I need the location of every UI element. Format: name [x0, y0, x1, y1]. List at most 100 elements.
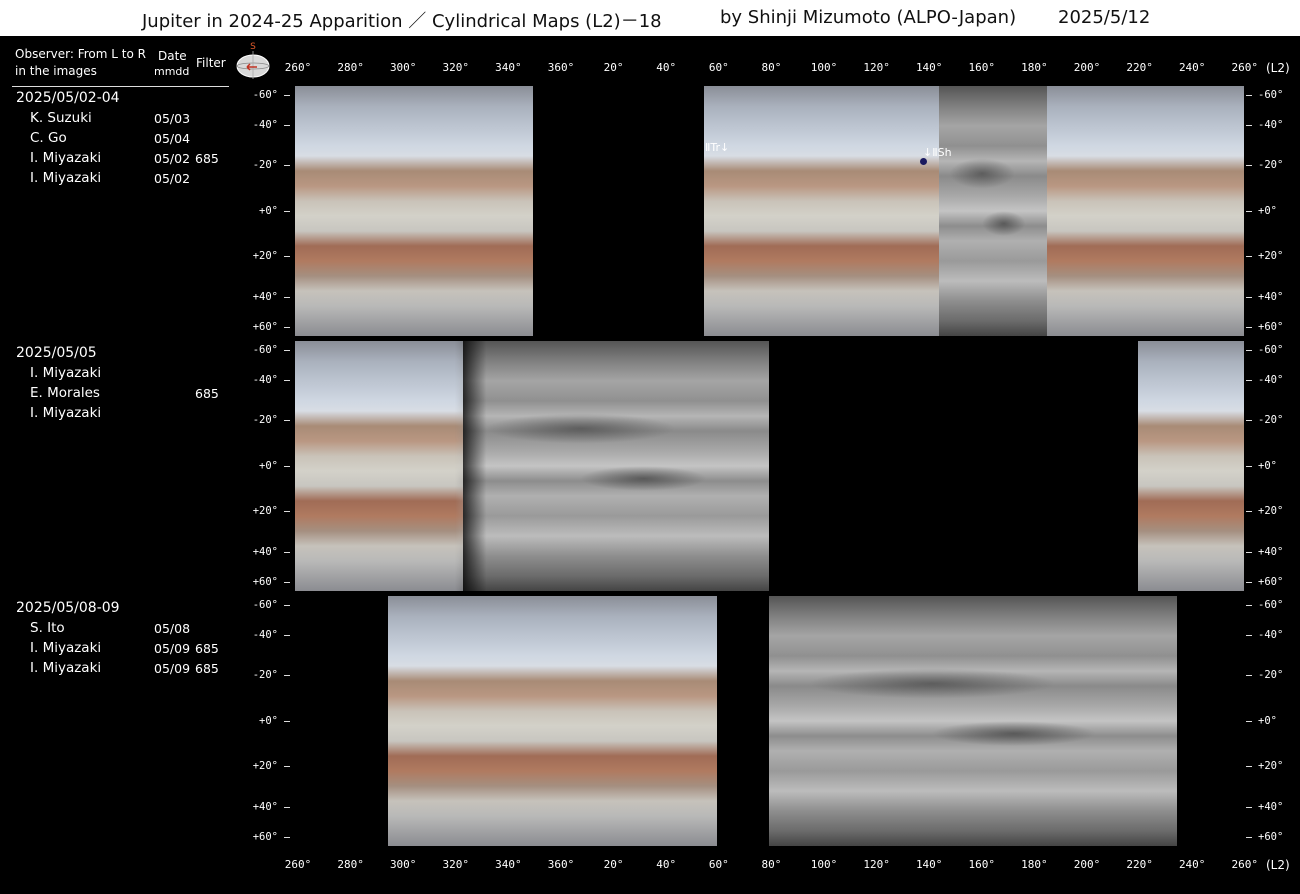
latitude-tick-mark: [1246, 420, 1252, 421]
longitude-tick-label: 60°: [708, 61, 729, 74]
longitude-tick-label: 320°: [442, 61, 470, 74]
latitude-tick-label: +60°: [1258, 321, 1284, 333]
longitude-tick-label: 280°: [337, 61, 364, 74]
latitude-tick-label: -60°: [252, 344, 278, 356]
longitude-tick-label: 360°: [547, 858, 575, 871]
latitude-tick-mark: [284, 256, 290, 257]
observer-row: K. Suzuki 05/03: [0, 110, 240, 130]
map-panel-group-1: ⅡTr↓ ↓ⅡSh: [295, 86, 1244, 336]
latitude-tick-mark: [284, 766, 290, 767]
longitude-tick-label: 300°: [389, 858, 417, 871]
latitude-tick-mark: [284, 675, 290, 676]
observer-name: I. Miyazaki: [30, 170, 102, 186]
publish-date: 2025/5/12: [1058, 7, 1151, 28]
latitude-tick-label: +40°: [1258, 801, 1284, 813]
group-title: 2025/05/08-09: [16, 600, 120, 616]
latitude-tick-label: +60°: [1258, 576, 1284, 588]
longitude-tick-label: 260°: [284, 858, 312, 871]
shadow-annotation: ↓ⅡSh: [923, 146, 952, 159]
longitude-tick-label: 260°: [1231, 61, 1259, 74]
map-strip-gray: [939, 86, 1047, 336]
latitude-tick-label: -40°: [1258, 374, 1284, 386]
observer-row: E. Morales 685: [0, 385, 240, 405]
longitude-tick-label: 260°: [284, 61, 312, 74]
longitude-tick-label: 180°: [1021, 858, 1048, 871]
longitude-tick-label: 120°: [863, 858, 890, 871]
latitude-tick-mark: [1246, 125, 1252, 126]
map-strip-color: [704, 86, 939, 336]
longitude-tick-label: 80°: [761, 61, 782, 74]
longitude-tick-label: 300°: [389, 61, 417, 74]
latitude-tick-label: -60°: [252, 89, 278, 101]
observer-row: S. Ito 05/08: [0, 620, 240, 640]
observer-row: I. Miyazaki 05/02 685: [0, 150, 240, 170]
longitude-tick-label: 160°: [968, 858, 996, 871]
latitude-tick-label: -40°: [252, 629, 278, 641]
latitude-tick-mark: [1246, 350, 1252, 351]
latitude-tick-mark: [1246, 211, 1252, 212]
latitude-tick-label: +0°: [259, 460, 278, 472]
latitude-tick-mark: [1246, 380, 1252, 381]
latitude-tick-label: -60°: [1258, 89, 1284, 101]
observer-name: I. Miyazaki: [30, 405, 102, 421]
map-strip-color: [1047, 86, 1244, 336]
latitude-tick-mark: [284, 837, 290, 838]
latitude-tick-mark: [1246, 256, 1252, 257]
latitude-tick-label: +60°: [252, 576, 278, 588]
latitude-tick-mark: [284, 211, 290, 212]
observer-row: I. Miyazaki: [0, 365, 240, 385]
observer-sidebar: Observer: From L to R in the images Date…: [0, 36, 240, 894]
longitude-unit-label: (L2): [1266, 61, 1290, 75]
latitude-tick-label: +0°: [1258, 205, 1277, 217]
latitude-tick-label: +60°: [252, 831, 278, 843]
longitude-tick-label: 140°: [915, 61, 943, 74]
latitude-tick-mark: [1246, 675, 1252, 676]
latitude-tick-label: -40°: [252, 119, 278, 131]
observer-date: 05/09: [154, 661, 191, 676]
map-strip-color: [295, 86, 533, 336]
latitude-tick-mark: [284, 582, 290, 583]
latitude-tick-label: +0°: [259, 205, 278, 217]
longitude-tick-label: 40°: [656, 61, 677, 74]
observer-name: K. Suzuki: [30, 110, 92, 126]
observer-name: S. Ito: [30, 620, 65, 636]
latitude-tick-mark: [1246, 327, 1252, 328]
observer-row: I. Miyazaki: [0, 405, 240, 425]
latitude-tick-mark: [1246, 837, 1252, 838]
latitude-tick-mark: [284, 420, 290, 421]
latitude-tick-mark: [1246, 635, 1252, 636]
observer-date: 05/04: [154, 131, 191, 146]
latitude-tick-label: -20°: [252, 669, 278, 681]
observer-date: 05/08: [154, 621, 191, 636]
observer-row: I. Miyazaki 05/09 685: [0, 640, 240, 660]
latitude-tick-label: +0°: [1258, 715, 1277, 727]
observer-date: 05/09: [154, 641, 191, 656]
observer-row: I. Miyazaki 05/02: [0, 170, 240, 190]
latitude-tick-label: +0°: [1258, 460, 1277, 472]
longitude-tick-label: 20°: [603, 858, 624, 871]
latitude-tick-label: -40°: [252, 374, 278, 386]
latitude-tick-label: -20°: [252, 414, 278, 426]
latitude-tick-mark: [1246, 297, 1252, 298]
latitude-tick-mark: [284, 125, 290, 126]
latitude-tick-mark: [1246, 766, 1252, 767]
latitude-tick-label: -20°: [252, 159, 278, 171]
map-panel-group-3: [295, 596, 1244, 846]
latitude-tick-label: +20°: [252, 760, 278, 772]
header-bar: Jupiter in 2024-25 Apparition ／ Cylindri…: [0, 0, 1300, 36]
observer-name: I. Miyazaki: [30, 660, 102, 676]
latitude-tick-label: +20°: [1258, 505, 1284, 517]
latitude-tick-label: +60°: [1258, 831, 1284, 843]
observer-filter: 685: [195, 386, 219, 401]
observer-name: I. Miyazaki: [30, 365, 102, 381]
moon-shadow-spot: [920, 158, 927, 165]
latitude-tick-mark: [284, 552, 290, 553]
longitude-tick-label: 360°: [547, 61, 575, 74]
latitude-tick-mark: [284, 95, 290, 96]
red-spot-transit-annotation: ⅡTr↓: [705, 141, 730, 154]
latitude-tick-label: +20°: [1258, 760, 1284, 772]
map-strip-gray: [769, 596, 1177, 846]
longitude-unit-label: (L2): [1266, 858, 1290, 872]
latitude-tick-mark: [1246, 721, 1252, 722]
latitude-tick-label: +40°: [252, 291, 278, 303]
